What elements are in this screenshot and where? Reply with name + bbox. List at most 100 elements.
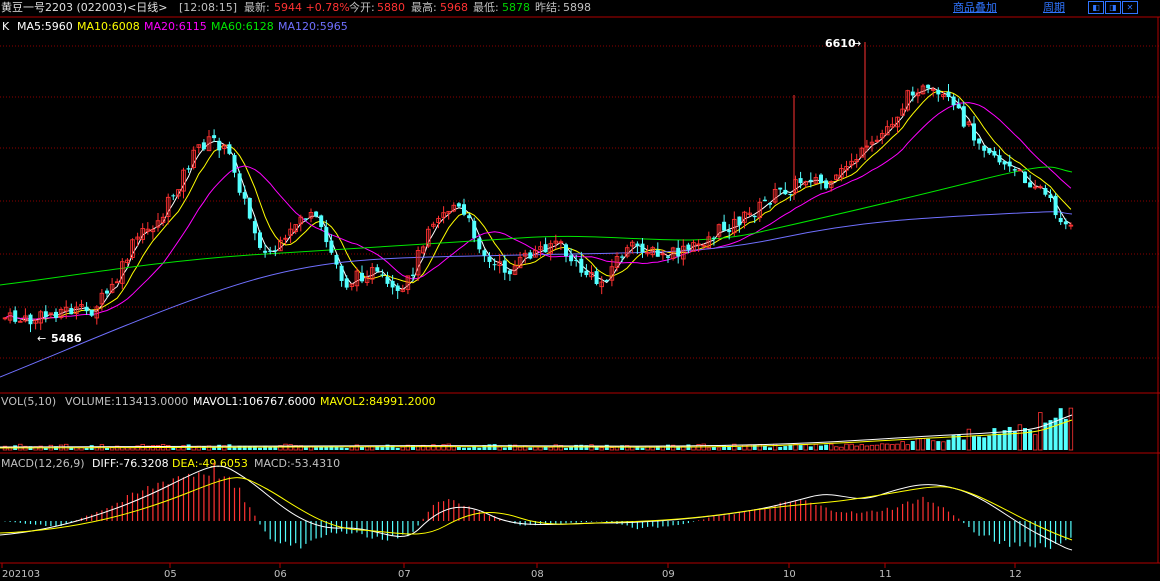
candle-body	[528, 252, 533, 259]
candle-body	[926, 84, 931, 89]
candle-body	[997, 155, 1002, 163]
volume-bar	[895, 443, 900, 451]
candle-body	[360, 272, 364, 282]
candle-body	[237, 173, 242, 193]
candle-body	[217, 140, 222, 151]
candle-body	[329, 240, 334, 253]
volume-bar	[395, 447, 400, 450]
candle-body	[711, 237, 716, 239]
volume-bar	[900, 441, 905, 451]
volume-bar	[609, 447, 615, 451]
candle-body	[1043, 188, 1048, 195]
volume-bar	[839, 446, 844, 451]
candle-body	[252, 221, 257, 234]
candle-body	[395, 285, 400, 291]
x-tick-label: 07	[398, 569, 411, 580]
volume-bar	[936, 441, 941, 450]
volume-bar	[1007, 426, 1012, 450]
candle-body	[640, 243, 645, 253]
volume-bar	[982, 437, 987, 450]
candle-body	[385, 276, 390, 284]
volume-bar	[517, 446, 523, 451]
candle-body	[242, 192, 247, 199]
candle-body	[819, 174, 823, 184]
candle-body	[768, 202, 772, 205]
volume-bar	[854, 445, 859, 451]
candle-body	[752, 215, 757, 218]
candle-body	[212, 135, 217, 139]
candle-body	[258, 232, 262, 248]
x-tick-label: 09	[662, 569, 675, 580]
ma120-line	[0, 211, 1073, 378]
volume-bar	[824, 444, 829, 450]
ma-lines	[0, 87, 1073, 378]
candle-body	[987, 148, 992, 154]
candle-body	[1002, 161, 1007, 165]
volume-bar	[232, 447, 237, 450]
candle-body	[737, 216, 742, 226]
chart-canvas[interactable]: 202103 05 06 07 08 09 10 11 12 6610 → ← 5486	[0, 0, 1160, 581]
candle-body	[314, 211, 319, 217]
candle-body	[666, 256, 670, 258]
x-tick-label: 202103	[2, 569, 40, 580]
candle-body	[232, 155, 237, 173]
candle-body	[977, 138, 982, 144]
candle-body	[456, 203, 461, 207]
volume-bar	[497, 446, 502, 451]
candle-body	[411, 274, 415, 276]
volume-bar	[1063, 418, 1068, 450]
x-tick-label: 11	[879, 569, 892, 580]
candle-body	[798, 178, 803, 184]
candle-body	[28, 314, 33, 325]
candle-body	[584, 270, 589, 276]
candle-body	[956, 104, 961, 109]
volume-bar	[344, 447, 349, 450]
volume-bar	[768, 447, 772, 450]
volume-bar	[890, 444, 895, 451]
volume-bar	[339, 447, 344, 450]
candle-body	[482, 250, 487, 256]
candle-body	[594, 271, 599, 284]
volume-bar	[966, 428, 972, 451]
volume-bar	[1048, 420, 1053, 450]
volume-bar	[716, 447, 722, 451]
volume-bar	[426, 446, 431, 451]
candle-body	[579, 258, 584, 273]
candle-body	[13, 310, 18, 322]
candle-body	[268, 250, 273, 252]
candle-body	[303, 218, 308, 220]
candle-body	[69, 308, 74, 315]
volume-bar	[926, 438, 931, 450]
candle-body	[487, 256, 492, 262]
candle-body	[263, 250, 268, 253]
candle-body	[171, 195, 176, 197]
volume-bar	[548, 446, 553, 451]
candle-body	[543, 244, 548, 253]
volume-bar	[813, 444, 819, 451]
candle-body	[676, 247, 681, 257]
candle-body	[783, 189, 788, 195]
volume-bar	[1043, 422, 1048, 450]
volume-bar	[869, 444, 875, 451]
ma5-line	[4, 87, 1072, 322]
x-tick-label: 05	[164, 569, 177, 580]
candle-body	[375, 267, 380, 272]
candle-body	[762, 199, 767, 202]
candle-body	[1023, 171, 1027, 184]
low-marker: 5486	[51, 332, 82, 345]
volume-bar	[859, 444, 864, 451]
volume-bar	[130, 447, 135, 451]
volume-bar	[599, 447, 604, 451]
high-marker-arrow: →	[852, 37, 861, 50]
volume-bar	[885, 443, 890, 451]
candle-body	[507, 270, 512, 275]
volume-bar	[303, 447, 308, 450]
volume-bar	[564, 447, 568, 450]
candle-body	[824, 180, 829, 189]
volume-bar	[1023, 428, 1027, 450]
candle-body	[635, 243, 640, 246]
volume-bar	[762, 445, 767, 450]
volume-bar	[258, 447, 262, 450]
candle-body	[778, 187, 783, 190]
candle-body	[380, 274, 385, 276]
